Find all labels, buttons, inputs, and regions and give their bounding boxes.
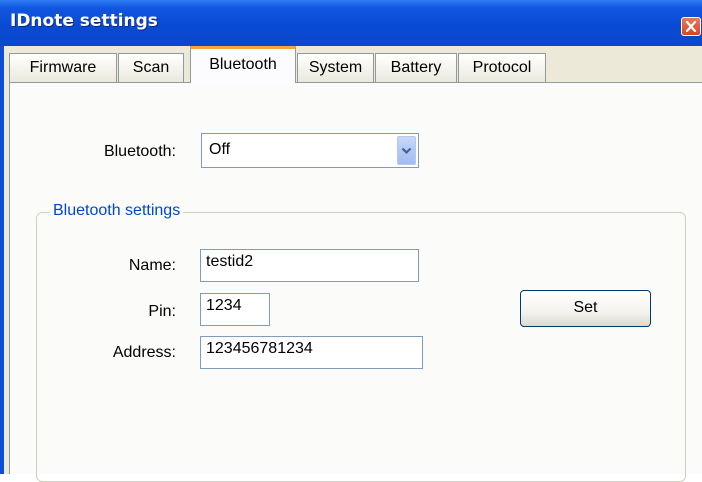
address-input[interactable]: 123456781234 — [200, 336, 423, 369]
tab-bluetooth[interactable]: Bluetooth — [190, 46, 296, 83]
group-title: Bluetooth settings — [50, 202, 184, 220]
address-label: Address: — [112, 344, 176, 361]
tab-firmware[interactable]: Firmware — [9, 53, 117, 82]
pin-label: Pin: — [148, 303, 176, 320]
bluetooth-label: Bluetooth: — [103, 143, 176, 160]
title-bar[interactable]: IDnote settings — [0, 0, 702, 46]
pin-input[interactable]: 1234 — [200, 293, 270, 326]
close-button[interactable] — [681, 17, 701, 36]
close-icon — [685, 21, 697, 32]
name-input[interactable]: testid2 — [200, 249, 419, 282]
chevron-down-icon — [401, 147, 412, 155]
tab-system[interactable]: System — [297, 53, 374, 82]
tab-protocol[interactable]: Protocol — [458, 53, 546, 82]
tab-scan[interactable]: Scan — [118, 53, 184, 82]
dropdown-arrow-button[interactable] — [397, 136, 416, 165]
window-title: IDnote settings — [10, 11, 158, 31]
name-label: Name: — [128, 257, 176, 274]
settings-window: IDnote settings Firmware Scan Bluetooth … — [0, 0, 702, 482]
bluetooth-dropdown-value: Off — [209, 141, 231, 158]
set-button[interactable]: Set — [520, 290, 651, 327]
bluetooth-dropdown[interactable]: Off — [201, 133, 419, 168]
window-client-area: Firmware Scan Bluetooth System Battery P… — [4, 46, 702, 482]
tab-strip: Firmware Scan Bluetooth System Battery P… — [4, 46, 702, 86]
tab-battery[interactable]: Battery — [375, 53, 457, 82]
